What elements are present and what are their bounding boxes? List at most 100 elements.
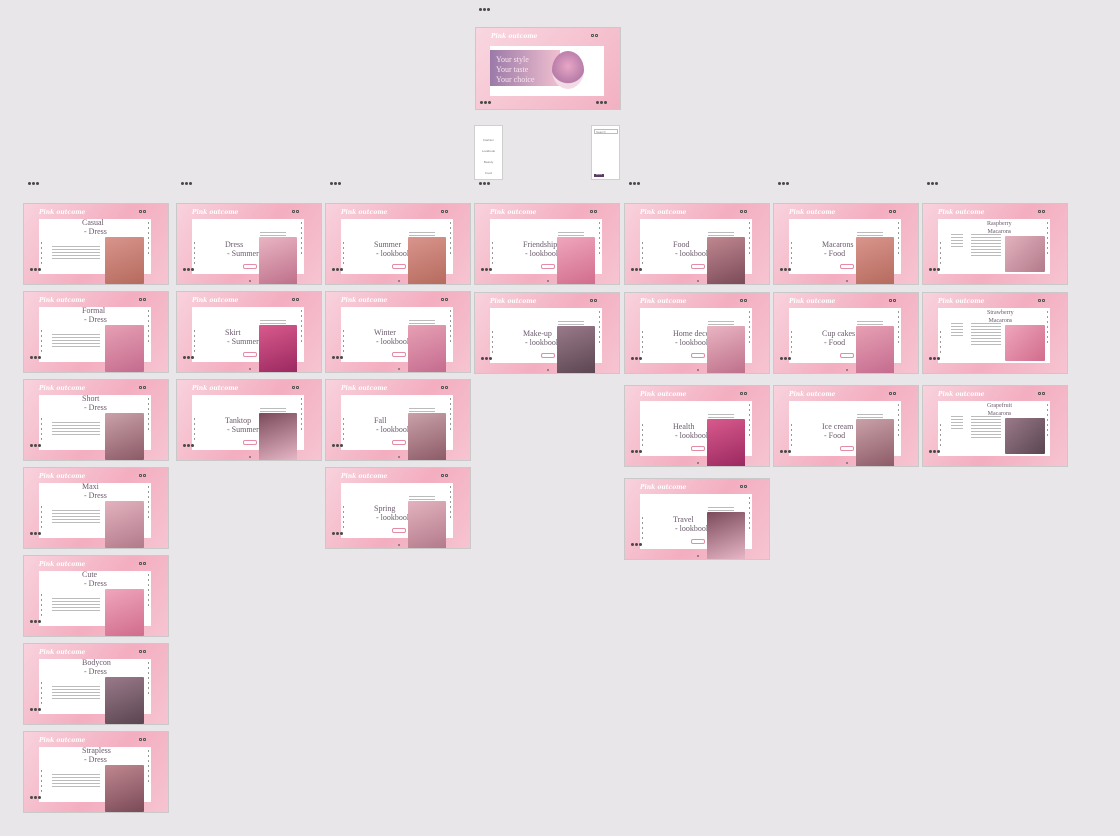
frame-dots[interactable] (780, 258, 792, 276)
column-menu-dots[interactable] (778, 182, 792, 188)
slide-frame[interactable]: Pink outcome Strapless - Dress (23, 731, 169, 813)
slide-frame[interactable]: Pink outcome Food - lookbook (624, 203, 770, 285)
more-button[interactable] (243, 264, 257, 269)
slide-frame[interactable]: Pink outcome Grapefruit Macarons (922, 385, 1068, 467)
more-button[interactable] (840, 264, 854, 269)
frame-dots[interactable] (183, 434, 195, 452)
frame-dots[interactable] (183, 346, 195, 364)
more-button[interactable] (392, 528, 406, 533)
mini-search-button[interactable]: Search (594, 174, 604, 177)
pager-dot[interactable] (547, 280, 549, 282)
more-button[interactable] (392, 264, 406, 269)
more-button[interactable] (392, 352, 406, 357)
more-button[interactable] (691, 353, 705, 358)
frame-dots[interactable] (30, 698, 42, 716)
slide-frame[interactable]: Pink outcome Casual - Dress (23, 203, 169, 285)
more-button[interactable] (691, 264, 705, 269)
pager-dot[interactable] (697, 369, 699, 371)
frame-dots[interactable] (929, 347, 941, 365)
column-menu-dots[interactable] (927, 182, 941, 188)
more-button[interactable] (691, 539, 705, 544)
pager-dot[interactable] (249, 368, 251, 370)
frame-dots[interactable] (332, 522, 344, 540)
pager-dot[interactable] (697, 280, 699, 282)
frame-dots-right[interactable] (596, 91, 608, 109)
slide-frame[interactable]: Pink outcome Strawberry Macarons (922, 292, 1068, 374)
frame-dots[interactable] (30, 434, 42, 452)
slide-frame[interactable]: Pink outcome Travel - lookbook (624, 478, 770, 560)
mini-search-input[interactable]: Search (594, 129, 618, 134)
pager-dot[interactable] (697, 462, 699, 464)
slide-frame[interactable]: Pink outcome Friendship - lookbook (474, 203, 620, 285)
pager-dot[interactable] (398, 544, 400, 546)
slide-frame[interactable]: Pink outcome Bodycon - Dress (23, 643, 169, 725)
frame-dots[interactable] (780, 440, 792, 458)
slide-frame[interactable]: Pink outcome Short - Dress (23, 379, 169, 461)
slide-frame[interactable]: Pink outcome Home decor - lookbook (624, 292, 770, 374)
more-button[interactable] (840, 446, 854, 451)
slide-frame[interactable]: Pink outcome Maxi - Dress (23, 467, 169, 549)
frame-dots[interactable] (30, 786, 42, 804)
pager-dot[interactable] (547, 369, 549, 371)
pager-dot[interactable] (846, 462, 848, 464)
slide-frame[interactable]: Pink outcome Raspberry Macarons (922, 203, 1068, 285)
frame-dots[interactable] (183, 258, 195, 276)
more-button[interactable] (840, 353, 854, 358)
frame-dots[interactable] (929, 258, 941, 276)
column-menu-dots[interactable] (479, 182, 493, 188)
slide-frame[interactable]: Pink outcome Cup cakes - Food (773, 292, 919, 374)
pager-dot[interactable] (249, 280, 251, 282)
mini-menu-item[interactable]: Food (475, 168, 502, 179)
frame-dots[interactable] (631, 258, 643, 276)
more-button[interactable] (691, 446, 705, 451)
frame-dots[interactable] (631, 347, 643, 365)
slide-frame[interactable]: Pink outcome Macarons - Food (773, 203, 919, 285)
more-button[interactable] (243, 440, 257, 445)
frame-menu-dots[interactable] (479, 8, 493, 14)
mini-search-frame[interactable]: Search Search (591, 125, 620, 180)
column-menu-dots[interactable] (629, 182, 643, 188)
more-button[interactable] (243, 352, 257, 357)
column-menu-dots[interactable] (181, 182, 195, 188)
mini-menu-frame[interactable]: Fashion Lookbook Beauty Food (474, 125, 503, 180)
slide-frame[interactable]: Pink outcome Tanktop - Summer (176, 379, 322, 461)
pager-dot[interactable] (846, 280, 848, 282)
slide-frame[interactable]: Pink outcome Make-up - lookbook (474, 292, 620, 374)
slide-frame[interactable]: Pink outcome Fall - lookbook (325, 379, 471, 461)
frame-dots[interactable] (30, 346, 42, 364)
frame-dots-left[interactable] (480, 91, 492, 109)
mini-menu-item[interactable]: Lookbook (475, 146, 502, 157)
mini-menu-item[interactable]: Beauty (475, 157, 502, 168)
more-button[interactable] (541, 353, 555, 358)
frame-dots[interactable] (332, 434, 344, 452)
slide-frame[interactable]: Pink outcome Skirt - Summer (176, 291, 322, 373)
frame-dots[interactable] (631, 440, 643, 458)
slide-frame[interactable]: Pink outcome Health - lookbook (624, 385, 770, 467)
slide-frame[interactable]: Pink outcome Cute - Dress (23, 555, 169, 637)
slide-frame[interactable]: Pink outcome Summer - lookbook (325, 203, 471, 285)
frame-dots[interactable] (30, 522, 42, 540)
frame-dots[interactable] (929, 440, 941, 458)
slide-frame[interactable]: Pink outcome Spring - lookbook (325, 467, 471, 549)
pager-dot[interactable] (249, 456, 251, 458)
frame-dots[interactable] (332, 346, 344, 364)
column-menu-dots[interactable] (330, 182, 344, 188)
frame-dots[interactable] (780, 347, 792, 365)
frame-dots[interactable] (481, 258, 493, 276)
more-button[interactable] (541, 264, 555, 269)
pager-dot[interactable] (398, 456, 400, 458)
column-menu-dots[interactable] (28, 182, 42, 188)
hero-frame[interactable]: Pink outcome Your style Your taste Your … (475, 27, 621, 110)
frame-dots[interactable] (481, 347, 493, 365)
pager-dot[interactable] (846, 369, 848, 371)
pager-dot[interactable] (398, 368, 400, 370)
slide-frame[interactable]: Pink outcome Ice cream - Food (773, 385, 919, 467)
pager-dot[interactable] (697, 555, 699, 557)
mini-menu-item[interactable]: Fashion (475, 135, 502, 146)
pager-dot[interactable] (398, 280, 400, 282)
frame-dots[interactable] (332, 258, 344, 276)
frame-dots[interactable] (30, 258, 42, 276)
frame-dots[interactable] (631, 533, 643, 551)
slide-frame[interactable]: Pink outcome Formal - Dress (23, 291, 169, 373)
slide-frame[interactable]: Pink outcome Dress - Summer (176, 203, 322, 285)
